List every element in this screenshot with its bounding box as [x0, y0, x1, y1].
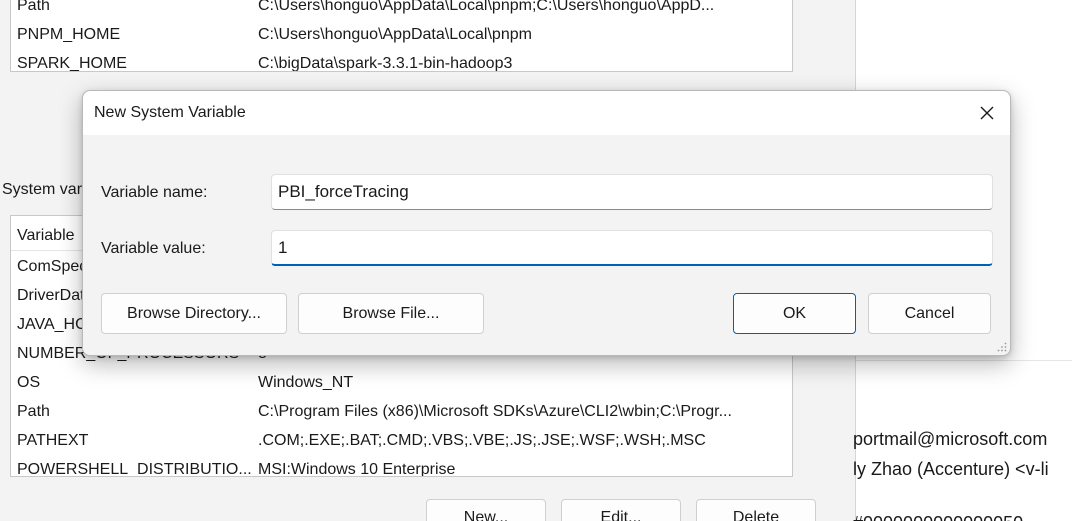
column-header-variable: Variable — [17, 227, 75, 244]
new-system-variable-dialog: New System Variable Variable name: Varia… — [82, 90, 1011, 356]
email-id-text: #0000000000000050 — [853, 513, 1023, 521]
variable-name-cell: OS — [17, 374, 41, 391]
user-variables-list[interactable]: Path C:\Users\honguo\AppData\Local\pnpm;… — [10, 0, 793, 72]
email-address-text: portmail@microsoft.com — [853, 429, 1048, 449]
variable-name-label: Variable name: — [101, 184, 208, 201]
variable-name-cell: POWERSHELL_DISTRIBUTIO... — [17, 461, 252, 477]
table-row[interactable]: POWERSHELL_DISTRIBUTIO... MSI:Windows 10… — [11, 455, 792, 477]
variable-value-cell: Windows_NT — [258, 374, 354, 391]
table-row[interactable]: SPARK_HOME C:\bigData\spark-3.3.1-bin-ha… — [11, 49, 792, 72]
variable-value-input[interactable] — [271, 230, 993, 266]
screen: Path C:\Users\honguo\AppData\Local\pnpm;… — [0, 0, 1072, 521]
variable-value-cell: .COM;.EXE;.BAT;.CMD;.VBS;.VBE;.JS;.JSE;.… — [258, 432, 706, 449]
variable-name-cell: SPARK_HOME — [17, 55, 127, 72]
dialog-title-bar[interactable]: New System Variable — [83, 91, 1010, 135]
browse-directory-button[interactable]: Browse Directory... — [101, 293, 287, 334]
close-icon — [980, 106, 994, 120]
variable-value-cell: C:\Program Files (x86)\Microsoft SDKs\Az… — [258, 403, 732, 420]
variable-name-cell: PNPM_HOME — [17, 26, 121, 43]
email-preview-fragment: portmail@microsoft.com ly Zhao (Accentur… — [853, 360, 1072, 521]
variable-name-cell: Path — [17, 403, 50, 420]
ok-button[interactable]: OK — [733, 293, 856, 334]
variable-value-cell: C:\Users\honguo\AppData\Local\pnpm;C:\Us… — [258, 0, 715, 14]
variable-value-cell: C:\Users\honguo\AppData\Local\pnpm — [258, 26, 532, 43]
email-sender-text: ly Zhao (Accenture) <v-li — [853, 459, 1049, 479]
variable-name-cell: Path — [17, 0, 50, 14]
table-row[interactable]: Path C:\Program Files (x86)\Microsoft SD… — [11, 397, 792, 426]
variable-value-cell: MSI:Windows 10 Enterprise — [258, 461, 456, 477]
table-row[interactable]: PNPM_HOME C:\Users\honguo\AppData\Local\… — [11, 20, 792, 49]
variable-name-input[interactable] — [271, 174, 993, 210]
cancel-button[interactable]: Cancel — [868, 293, 991, 334]
close-button[interactable] — [964, 91, 1010, 135]
table-row[interactable]: OS Windows_NT — [11, 368, 792, 397]
resize-grip-icon[interactable] — [997, 342, 1007, 352]
variable-name-cell: PATHEXT — [17, 432, 89, 449]
browse-file-button[interactable]: Browse File... — [298, 293, 484, 334]
dialog-title: New System Variable — [94, 104, 246, 121]
table-row[interactable]: PATHEXT .COM;.EXE;.BAT;.CMD;.VBS;.VBE;.J… — [11, 426, 792, 455]
variable-value-label: Variable value: — [101, 240, 206, 257]
edit-variable-button[interactable]: Edit... — [561, 499, 681, 521]
new-variable-button[interactable]: New... — [426, 499, 546, 521]
variable-value-cell: C:\bigData\spark-3.3.1-bin-hadoop3 — [258, 55, 513, 72]
table-row[interactable]: Path C:\Users\honguo\AppData\Local\pnpm;… — [11, 0, 792, 20]
delete-variable-button[interactable]: Delete — [696, 499, 816, 521]
